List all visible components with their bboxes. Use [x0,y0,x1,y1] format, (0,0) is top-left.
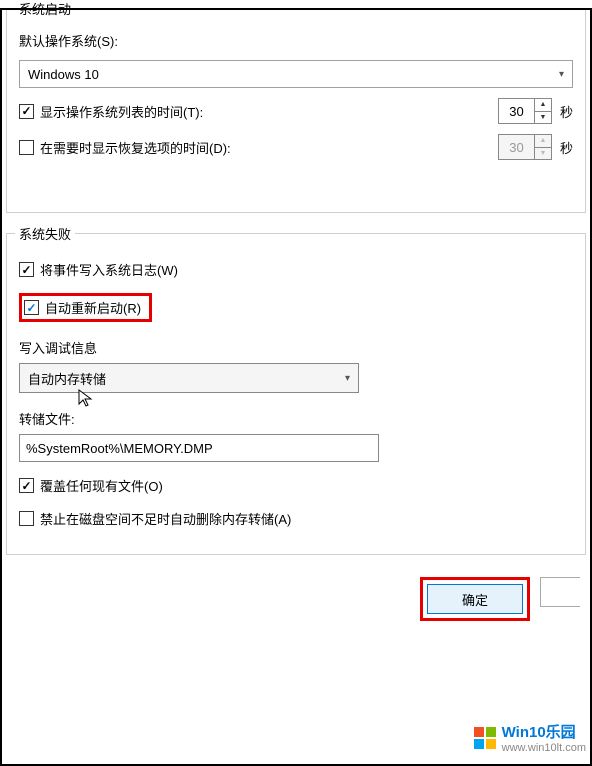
ok-button-label: 确定 [462,590,488,609]
dump-file-label: 转储文件: [19,409,573,428]
disable-low-disk-checkbox[interactable] [19,511,34,526]
system-startup-group: 系统启动 默认操作系统(S): Windows 10 ▾ 显示操作系统列表的时间… [6,8,586,213]
ok-button[interactable]: 确定 [427,584,523,614]
show-recovery-checkbox[interactable] [19,140,34,155]
watermark-brand: Win10乐园 [502,721,586,742]
system-failure-group: 系统失败 将事件写入系统日志(W) 自动重新启动(R) 写入调试信息 自动内存转… [6,233,586,555]
show-recovery-label: 在需要时显示恢复选项的时间(D): [40,138,231,157]
write-event-label: 将事件写入系统日志(W) [40,260,178,279]
os-list-time-value: 30 [499,99,535,123]
overwrite-label: 覆盖任何现有文件(O) [40,476,163,495]
chevron-down-icon: ▾ [559,69,564,80]
spinner-down-icon: ▼ [535,148,551,160]
default-os-dropdown[interactable]: Windows 10 ▾ [19,60,573,88]
startup-title: 系统启动 [15,0,75,18]
auto-restart-label: 自动重新启动(R) [45,298,141,317]
default-os-label-row: 默认操作系统(S): [19,31,573,50]
spinner-down-icon[interactable]: ▼ [535,112,551,124]
failure-title: 系统失败 [15,224,75,243]
show-os-list-label: 显示操作系统列表的时间(T): [40,102,203,121]
overwrite-checkbox[interactable] [19,478,34,493]
disable-low-disk-label: 禁止在磁盘空间不足时自动删除内存转储(A) [40,509,291,528]
default-os-label: 默认操作系统(S): [19,31,118,50]
dump-file-input[interactable]: %SystemRoot%\MEMORY.DMP [19,434,379,462]
seconds-unit-1: 秒 [560,102,573,121]
os-list-time-spinner[interactable]: 30 ▲ ▼ [498,98,552,124]
default-os-value: Windows 10 [28,67,99,82]
show-os-list-checkbox[interactable] [19,104,34,119]
dialog-buttons: 确定 [0,563,592,621]
debug-info-label: 写入调试信息 [19,338,573,357]
watermark-url: www.win10lt.com [502,742,586,754]
seconds-unit-2: 秒 [560,138,573,157]
cancel-button-partial[interactable] [540,577,580,607]
dump-type-dropdown[interactable]: 自动内存转储 ▾ [19,363,359,393]
write-event-checkbox[interactable] [19,262,34,277]
recovery-time-spinner: 30 ▲ ▼ [498,134,552,160]
spinner-up-icon: ▲ [535,135,551,148]
windows-logo-icon [474,727,496,749]
dump-file-value: %SystemRoot%\MEMORY.DMP [26,441,213,456]
ok-button-highlight: 确定 [420,577,530,621]
chevron-down-icon: ▾ [345,373,350,384]
dump-type-value: 自动内存转储 [28,369,106,388]
watermark: Win10乐园 www.win10lt.com [468,717,592,758]
auto-restart-highlight: 自动重新启动(R) [19,293,152,322]
auto-restart-checkbox[interactable] [24,300,39,315]
recovery-time-value: 30 [499,135,535,159]
spinner-up-icon[interactable]: ▲ [535,99,551,112]
